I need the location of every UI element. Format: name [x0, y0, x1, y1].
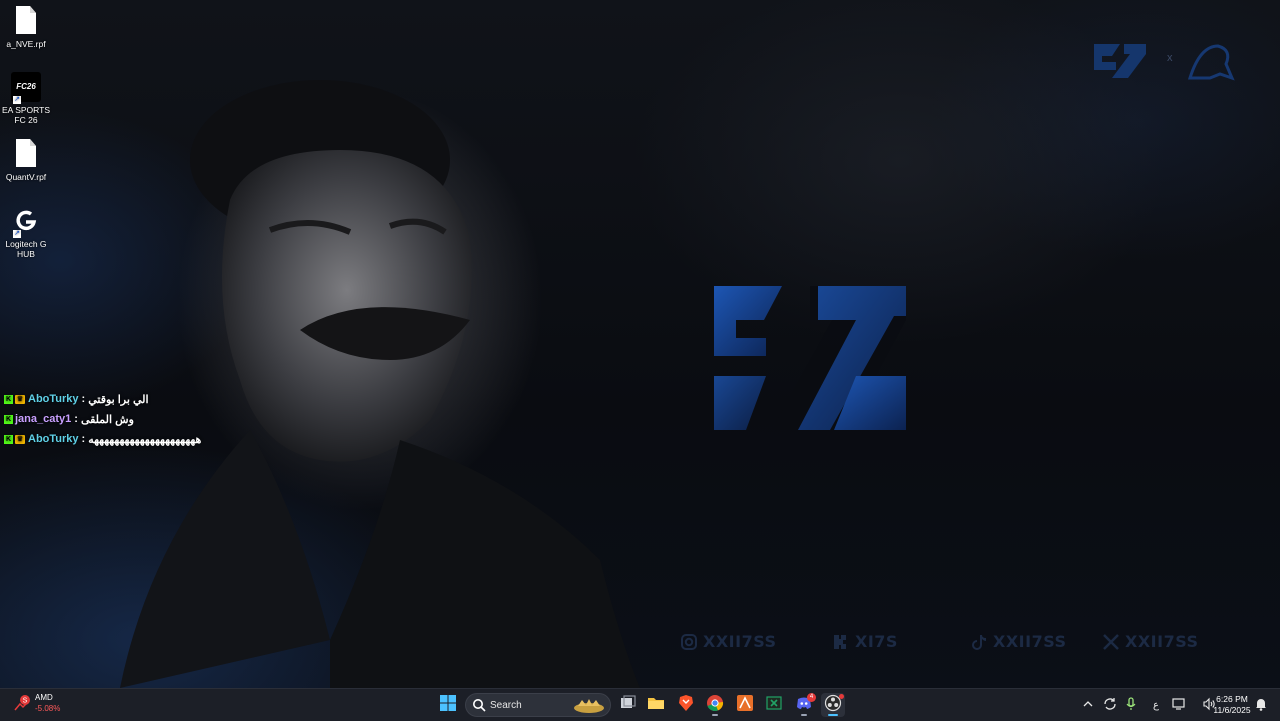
taskbar: S AMD -5.08% Search 4 ع 6:26 PM 11/6/202…: [0, 688, 1280, 721]
search-placeholder: Search: [490, 699, 522, 711]
x-icon: [1102, 633, 1120, 651]
running-indicator: [801, 714, 807, 716]
desktop-icon-label: EA SPORTS FC 26: [1, 105, 51, 125]
arch-app-button[interactable]: [733, 693, 757, 717]
fc-badge: FC26: [16, 82, 36, 91]
file-icon: [11, 6, 41, 36]
taskbar-search[interactable]: Search: [465, 693, 611, 717]
search-icon: [472, 698, 486, 712]
tiktok-icon: [970, 633, 988, 651]
task-view-icon: [619, 694, 637, 717]
chat-separator: :: [81, 433, 86, 445]
show-hidden-icons-button[interactable]: [1080, 695, 1096, 715]
file-explorer-button[interactable]: [644, 693, 668, 717]
desktop-icon-logitech-g-hub[interactable]: ↗ Logitech G HUB: [0, 206, 52, 259]
brave-icon: [677, 694, 695, 717]
clock-date: 11/6/2025: [1213, 705, 1251, 715]
sync-icon: [1103, 697, 1117, 714]
kick-badge-icon: K: [4, 394, 13, 404]
active-indicator: [828, 714, 838, 716]
clock-time: 6:26 PM: [1216, 694, 1248, 704]
crown-badge-icon: ♛: [15, 434, 25, 444]
social-handles: XXII7SS XI7S XXII7SS XXII7SS: [0, 632, 1280, 656]
running-indicator: [712, 714, 718, 716]
logitech-g-icon: ↗: [11, 206, 41, 238]
network-icon: [1172, 697, 1186, 714]
chat-separator: :: [74, 413, 78, 425]
social-kick: XI7S: [832, 632, 898, 651]
discord-button[interactable]: 4: [792, 693, 816, 717]
excel-button[interactable]: [762, 693, 786, 717]
chat-text: الي برا بوقتي: [88, 393, 149, 406]
shortcut-arrow-icon: ↗: [13, 96, 21, 104]
discord-notification-badge: 4: [807, 693, 816, 702]
chat-message: K ♛ AboTurky : هههههههههههههههههههههه: [4, 429, 201, 449]
obs-button[interactable]: [821, 693, 845, 717]
desktop-icon-label: a_NVE.rpf: [6, 39, 46, 49]
desktop-icon-label: Logitech G HUB: [5, 239, 47, 259]
chrome-button[interactable]: [703, 693, 727, 717]
file-explorer-icon: [647, 694, 665, 717]
kick-icon: [832, 633, 850, 651]
kick-badge-icon: K: [4, 434, 13, 444]
microphone-tray-button[interactable]: [1123, 695, 1139, 715]
desktop-icon-quantv[interactable]: QuantV.rpf: [0, 139, 52, 182]
recording-dot-icon: [839, 694, 844, 699]
top-right-logos: x: [1090, 40, 1240, 84]
arch-app-icon: [736, 694, 754, 717]
task-view-button[interactable]: [616, 693, 640, 717]
brave-button[interactable]: [674, 693, 698, 717]
ea-sports-fc-icon: FC26 ↗: [11, 72, 41, 104]
stock-chart-icon: S: [14, 694, 32, 712]
windows-start-icon: [439, 694, 457, 717]
chat-username: jana_caty1: [15, 413, 72, 425]
chevron-up-icon: [1083, 700, 1093, 711]
chat-username: AboTurky: [28, 393, 79, 405]
logo-separator: x: [1167, 52, 1173, 64]
center-sz-logo: [714, 286, 906, 430]
stock-widget[interactable]: S AMD -5.08%: [14, 692, 60, 714]
social-x: XXII7SS: [1102, 632, 1199, 651]
desktop-icon-ea-sports-fc[interactable]: FC26 ↗ EA SPORTS FC 26: [0, 72, 52, 125]
chat-message: K ♛ AboTurky : الي برا بوقتي: [4, 389, 201, 409]
language-indicator: ع: [1153, 699, 1159, 711]
social-instagram: XXII7SS: [680, 632, 777, 651]
excel-icon: [765, 694, 783, 717]
input-language-button[interactable]: ع: [1148, 695, 1164, 715]
portrait-silhouette: [120, 80, 640, 688]
stream-chat-overlay: K ♛ AboTurky : الي برا بوقتي K jana_caty…: [4, 389, 201, 449]
desktop-icon-label: QuantV.rpf: [5, 172, 47, 182]
desktop-icon-a-nve[interactable]: a_NVE.rpf: [0, 6, 52, 49]
search-highlight-icon: [572, 696, 606, 714]
file-icon: [11, 139, 41, 169]
instagram-icon: [680, 633, 698, 651]
notification-bell-icon: [1255, 697, 1267, 714]
stock-name: AMD: [35, 693, 53, 702]
social-handle: XI7S: [855, 632, 898, 651]
start-button[interactable]: [436, 693, 460, 717]
shortcut-arrow-icon: ↗: [13, 230, 21, 238]
chat-username: AboTurky: [28, 433, 79, 445]
stock-change: -5.08%: [35, 704, 61, 713]
social-handle: XXII7SS: [993, 632, 1067, 651]
social-tiktok: XXII7SS: [970, 632, 1067, 651]
chat-text: وش الملقى: [80, 413, 134, 426]
sync-tray-button[interactable]: [1101, 695, 1119, 715]
microphone-icon: [1126, 696, 1136, 714]
notifications-button[interactable]: [1254, 695, 1268, 715]
chat-text: هههههههههههههههههههههه: [88, 433, 202, 446]
chat-separator: :: [81, 393, 86, 405]
kick-badge-icon: K: [4, 414, 13, 424]
social-handle: XXII7SS: [1125, 632, 1199, 651]
taskbar-clock[interactable]: 6:26 PM 11/6/2025: [1208, 694, 1256, 716]
crown-badge-icon: ♛: [15, 394, 25, 404]
social-handle: XXII7SS: [703, 632, 777, 651]
chat-message: K jana_caty1 : وش الملقى: [4, 409, 201, 429]
desktop-wallpaper: x XXII7SS XI7S XXII7SS XXII7SS: [0, 0, 1280, 688]
